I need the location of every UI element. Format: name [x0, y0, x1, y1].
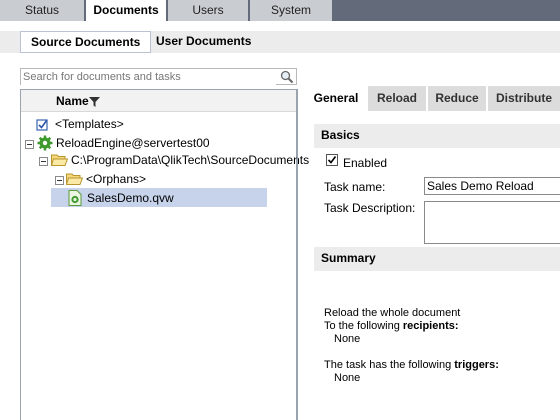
tree-node-label: SalesDemo.qvw — [87, 191, 174, 205]
summary-triggers-value: None — [334, 372, 361, 384]
summary-recipients-value: None — [334, 333, 361, 345]
collapse-toggle[interactable] — [25, 140, 34, 149]
tree-node-label: ReloadEngine@servertest00 — [56, 136, 210, 150]
basics-section-header[interactable]: Basics — [314, 124, 560, 148]
tree-node-orphans[interactable]: <Orphans> — [65, 170, 266, 188]
collapse-toggle[interactable] — [55, 176, 64, 185]
checkmark-icon — [327, 156, 337, 164]
search-input[interactable] — [21, 69, 276, 85]
search-box — [20, 68, 297, 85]
tree-node-label: <Orphans> — [86, 172, 147, 186]
tab-general[interactable]: General — [306, 86, 366, 111]
task-name-input[interactable] — [424, 177, 560, 195]
tab-user-documents[interactable]: User Documents — [146, 31, 261, 53]
tab-reduce[interactable]: Reduce — [428, 86, 486, 111]
tree-header-name[interactable]: Name — [56, 94, 89, 108]
document-type-tabs: Source Documents User Documents — [0, 31, 560, 53]
tree-node-label: C:\ProgramData\QlikTech\SourceDocuments — [71, 153, 310, 167]
summary-recipients-bold: recipients: — [402, 320, 459, 332]
tab-documents[interactable]: Documents — [86, 0, 166, 22]
tree-node-reload-engine[interactable]: ReloadEngine@servertest00 — [37, 134, 277, 152]
top-nav-bar: Status Documents Users System — [0, 0, 560, 22]
tree-node-salesdemo[interactable]: SalesDemo.qvw — [68, 189, 258, 207]
filter-icon[interactable] — [89, 96, 100, 110]
summary-triggers-prefix: The task has the following — [324, 359, 455, 371]
task-tabs: General Reload Reduce Distribute — [306, 86, 560, 111]
summary-recipients-prefix: To the following — [324, 320, 403, 332]
tab-system[interactable]: System — [250, 0, 332, 21]
document-tree: Name <Templates> ReloadEngine@servertest… — [20, 89, 309, 420]
summary-triggers-line: The task has the following triggers: — [324, 359, 499, 371]
summary-reload-text: Reload the whole document — [324, 307, 461, 319]
task-name-label: Task name: — [324, 180, 386, 194]
tree-header: Name — [21, 90, 296, 112]
tab-distribute[interactable]: Distribute — [488, 86, 560, 111]
qlikview-document-icon — [68, 190, 82, 211]
panel-splitter[interactable] — [297, 89, 298, 420]
magnifier-icon[interactable] — [280, 70, 294, 87]
task-description-input[interactable] — [424, 201, 560, 244]
tab-users[interactable]: Users — [168, 0, 248, 21]
enabled-checkbox[interactable] — [326, 154, 338, 166]
summary-recipients-line: To the following recipients: — [324, 320, 459, 332]
tree-node-source-folder[interactable]: C:\ProgramData\QlikTech\SourceDocuments — [50, 151, 309, 169]
summary-triggers-bold: triggers: — [454, 359, 499, 371]
tab-status[interactable]: Status — [0, 0, 84, 21]
tab-source-documents[interactable]: Source Documents — [20, 31, 152, 53]
summary-section-header[interactable]: Summary — [314, 247, 560, 271]
task-description-label: Task Description: — [324, 201, 416, 215]
tab-reload[interactable]: Reload — [368, 86, 426, 111]
tree-node-label: <Templates> — [55, 117, 124, 131]
collapse-toggle[interactable] — [39, 157, 48, 166]
tree-node-templates[interactable]: <Templates> — [35, 115, 235, 133]
enabled-label: Enabled — [343, 156, 388, 170]
